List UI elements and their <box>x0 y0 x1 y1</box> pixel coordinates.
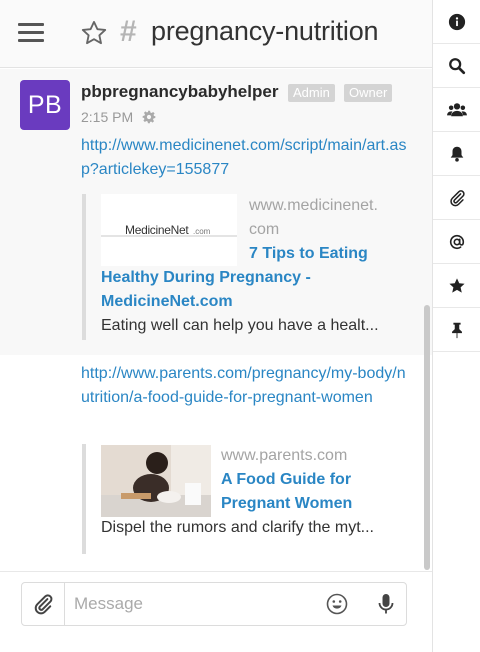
members-icon <box>446 102 467 116</box>
owner-badge: Owner <box>344 84 393 102</box>
message-list[interactable]: PB pbpregnancybabyhelper Admin Owner 2:1… <box>0 69 432 569</box>
scrollbar[interactable] <box>424 305 430 570</box>
paperclip-icon <box>34 594 53 615</box>
message-timestamp: 2:15 PM <box>81 109 134 125</box>
members-button[interactable] <box>433 88 480 132</box>
avatar[interactable]: PB <box>20 80 70 130</box>
smiley-icon[interactable] <box>325 592 349 616</box>
mentions-button[interactable] <box>433 220 480 264</box>
attach-button[interactable] <box>22 583 65 625</box>
message-link-medicinenet[interactable]: http://www.medicinenet.com/script/main/a… <box>81 134 411 182</box>
preview-title-cont[interactable]: Healthy During Pregnancy - <box>101 266 311 290</box>
pinned-button[interactable] <box>433 308 480 352</box>
link-preview-medicinenet[interactable]: MedicineNet .com www.medicinenet. com 7 … <box>82 194 402 340</box>
preview-description: Eating well can help you have a healt... <box>101 317 379 334</box>
search-button[interactable] <box>433 44 480 88</box>
preview-domain: www.parents.com <box>221 447 348 464</box>
star-icon <box>448 277 465 293</box>
message-input[interactable] <box>74 592 314 616</box>
mention-icon <box>449 234 464 249</box>
admin-badge: Admin <box>288 84 335 102</box>
channel-title: pregnancy-nutrition <box>151 16 379 46</box>
preview-title[interactable]: 7 Tips to Eating <box>249 242 368 266</box>
preview-title-cont[interactable]: Pregnant Women <box>221 492 352 516</box>
info-icon <box>448 13 465 30</box>
preview-title[interactable]: A Food Guide for <box>221 468 351 492</box>
preview-domain-cont: com <box>249 221 280 238</box>
thumb-logo-text: MedicineNet <box>125 223 189 237</box>
message-link-parents[interactable]: http://www.parents.com/pregnancy/my-body… <box>81 362 411 410</box>
search-icon <box>448 57 465 74</box>
starred-button[interactable] <box>433 264 480 308</box>
channel-header: # pregnancy-nutrition <box>0 0 432 68</box>
pin-icon <box>451 322 462 338</box>
preview-description: Dispel the rumors and clarify the myt... <box>101 519 374 536</box>
hamburger-menu-icon[interactable] <box>18 20 44 46</box>
files-button[interactable] <box>433 176 480 220</box>
username[interactable]: pbpregnancybabyhelper <box>81 82 278 102</box>
preview-thumbnail: MedicineNet .com <box>101 194 237 266</box>
bell-icon <box>450 146 463 162</box>
notifications-button[interactable] <box>433 132 480 176</box>
preview-title-cont-2[interactable]: MedicineNet.com <box>101 290 233 314</box>
link-preview-parents[interactable]: www.parents.com A Food Guide for Pregnan… <box>82 444 402 554</box>
microphone-icon[interactable] <box>374 592 398 616</box>
channel-hash-symbol: # <box>120 15 137 48</box>
thumb-logo-suffix: .com <box>193 227 211 236</box>
message-composer <box>21 582 407 626</box>
preview-thumbnail-photo <box>101 445 211 517</box>
right-toolbar <box>432 0 480 652</box>
star-outline-icon[interactable] <box>80 19 108 47</box>
info-button[interactable] <box>433 0 480 44</box>
preview-domain: www.medicinenet. <box>249 197 378 214</box>
paperclip-icon <box>449 189 465 206</box>
gear-icon[interactable] <box>142 110 156 124</box>
